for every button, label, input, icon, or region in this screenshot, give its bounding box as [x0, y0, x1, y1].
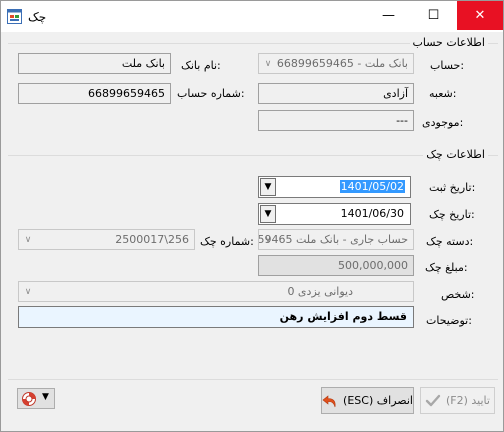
- window-title: چک: [28, 10, 47, 24]
- confirm-button[interactable]: (F2) تایید: [420, 387, 495, 414]
- cancel-button[interactable]: (ESC) انصراف: [321, 387, 414, 414]
- person-label: شخص:: [441, 288, 475, 301]
- check-dialog: چک — ☐ ✕ اطلاعات حساب حساب: ∨ بانک ملت -…: [0, 0, 504, 432]
- lifebuoy-icon: [22, 392, 36, 406]
- footer-divider: [8, 379, 498, 380]
- checkbook-select-value: حساب جاری - بانک ملت 659465ة: [258, 233, 408, 246]
- chevron-down-icon: ∨: [264, 58, 272, 69]
- amount-label: مبلغ چک:: [425, 261, 468, 274]
- check-date-picker[interactable]: ▼ 1401/06/30: [258, 203, 411, 225]
- person-select[interactable]: ∨ دیوانی یزدی 0: [18, 281, 414, 302]
- balance-field: ---: [258, 110, 414, 131]
- account-label: حساب:: [430, 59, 465, 72]
- register-date-picker[interactable]: ▼ 1401/05/02: [258, 176, 411, 198]
- branch-field: آزادی: [258, 83, 414, 104]
- chevron-down-icon: ∨: [24, 234, 32, 245]
- checkbook-label: دسته چک:: [426, 235, 474, 248]
- check-number-select-value: 2500017\256: [115, 233, 189, 246]
- description-label: توضیحات:: [426, 314, 472, 327]
- account-select[interactable]: ∨ بانک ملت - 66899659465: [258, 53, 414, 74]
- balance-label: موجودی:: [422, 116, 464, 129]
- help-options-button[interactable]: ▼: [17, 388, 55, 409]
- register-date-value[interactable]: 1401/05/02: [339, 180, 405, 193]
- chevron-down-icon: ∨: [24, 286, 32, 297]
- amount-field[interactable]: 500,000,000: [258, 255, 414, 276]
- close-button[interactable]: ✕: [457, 1, 503, 30]
- chevron-down-icon: ▼: [42, 392, 49, 402]
- check-info-group: اطلاعات چک: [8, 148, 498, 161]
- check-number-select[interactable]: ∨ 2500017\256: [18, 229, 195, 250]
- account-number-field: 66899659465: [18, 83, 171, 104]
- checkbook-select[interactable]: ∨ حساب جاری - بانک ملت 659465ة: [258, 229, 414, 250]
- title-bar: چک — ☐ ✕: [1, 1, 503, 32]
- account-info-title: اطلاعات حساب: [409, 36, 488, 49]
- confirm-button-label: (F2) تایید: [446, 394, 490, 407]
- check-number-label: شماره چک:: [200, 235, 254, 248]
- app-window-icon: [7, 9, 22, 24]
- undo-arrow-icon: [322, 393, 338, 409]
- minimize-button[interactable]: —: [366, 1, 411, 30]
- person-select-value: دیوانی یزدی 0: [287, 285, 353, 298]
- account-select-value: بانک ملت - 66899659465: [276, 57, 408, 70]
- check-date-label: تاریخ چک:: [429, 208, 475, 221]
- branch-label: شعبه:: [429, 87, 457, 100]
- account-number-label: شماره حساب:: [177, 87, 245, 100]
- check-date-value[interactable]: 1401/06/30: [340, 207, 405, 220]
- description-field[interactable]: قسط دوم افزایش رهن: [18, 306, 414, 328]
- date-dropdown-icon[interactable]: ▼: [260, 178, 276, 196]
- register-date-label: تاریخ ثبت:: [429, 181, 476, 194]
- bank-name-label: نام بانک:: [181, 59, 221, 72]
- maximize-button[interactable]: ☐: [411, 1, 456, 30]
- check-info-title: اطلاعات چک: [423, 148, 488, 161]
- bank-name-field: بانک ملت: [18, 53, 171, 74]
- cancel-button-label: (ESC) انصراف: [343, 394, 413, 407]
- checkmark-icon: [425, 393, 441, 409]
- account-info-group: اطلاعات حساب: [8, 36, 498, 49]
- date-dropdown-icon[interactable]: ▼: [260, 205, 276, 223]
